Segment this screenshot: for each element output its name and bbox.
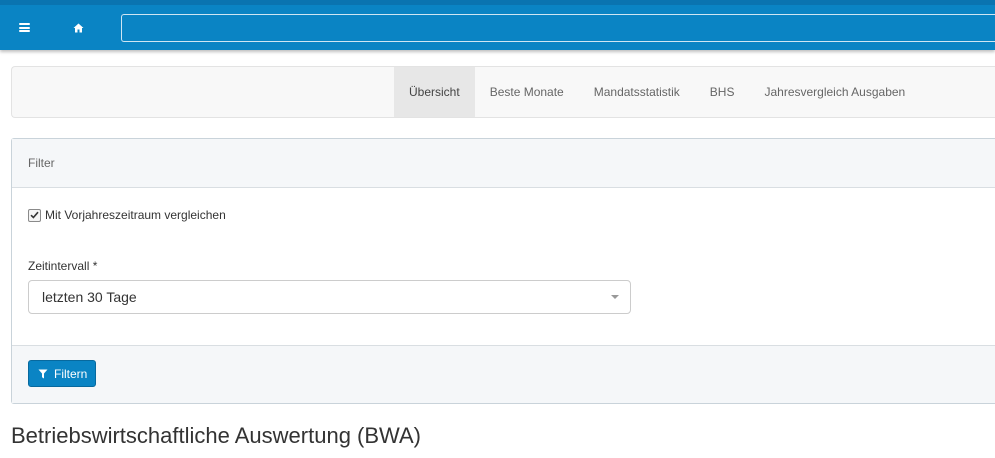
- page-title: Betriebswirtschaftliche Auswertung (BWA): [11, 423, 421, 448]
- home-button[interactable]: [58, 5, 98, 50]
- filter-icon: [38, 369, 48, 379]
- home-icon: [73, 23, 83, 32]
- compare-previous-year-checkbox[interactable]: [28, 208, 41, 222]
- tab-uebersicht[interactable]: Übersicht: [394, 67, 475, 117]
- hamburger-menu-icon: [18, 23, 30, 32]
- filter-submit-button[interactable]: Filtern: [28, 360, 97, 387]
- tab-list: Übersicht Beste Monate Mandatsstatistik …: [394, 67, 920, 117]
- tab-beste-monate[interactable]: Beste Monate: [475, 67, 579, 117]
- filter-panel-heading: Filter: [12, 139, 995, 188]
- filter-panel: Filter Mit Vorjahreszeitraum vergleichen…: [11, 138, 995, 404]
- compare-previous-year-row: Mit Vorjahreszeitraum vergleichen: [28, 208, 226, 222]
- tab-bhs[interactable]: BHS: [695, 67, 750, 117]
- tabs-bar: Übersicht Beste Monate Mandatsstatistik …: [11, 66, 995, 118]
- filter-submit-label: Filtern: [54, 366, 88, 381]
- interval-select[interactable]: letzten 30 Tage: [28, 280, 631, 314]
- filter-panel-footer: Filtern: [12, 345, 995, 403]
- menu-toggle-button[interactable]: [4, 5, 44, 50]
- top-navbar: [0, 0, 995, 50]
- tab-mandatsstatistik[interactable]: Mandatsstatistik: [579, 67, 695, 117]
- dropdown-caret-icon: [611, 295, 619, 299]
- filter-panel-body: Mit Vorjahreszeitraum vergleichen Zeitin…: [12, 188, 995, 345]
- search-input[interactable]: [121, 14, 995, 42]
- checkmark-icon: [30, 211, 39, 219]
- interval-label: Zeitintervall *: [28, 259, 98, 273]
- interval-select-value: letzten 30 Tage: [42, 289, 137, 305]
- compare-previous-year-label: Mit Vorjahreszeitraum vergleichen: [45, 208, 226, 222]
- tab-jahresvergleich-ausgaben[interactable]: Jahresvergleich Ausgaben: [749, 67, 920, 117]
- filter-heading-text: Filter: [28, 156, 55, 170]
